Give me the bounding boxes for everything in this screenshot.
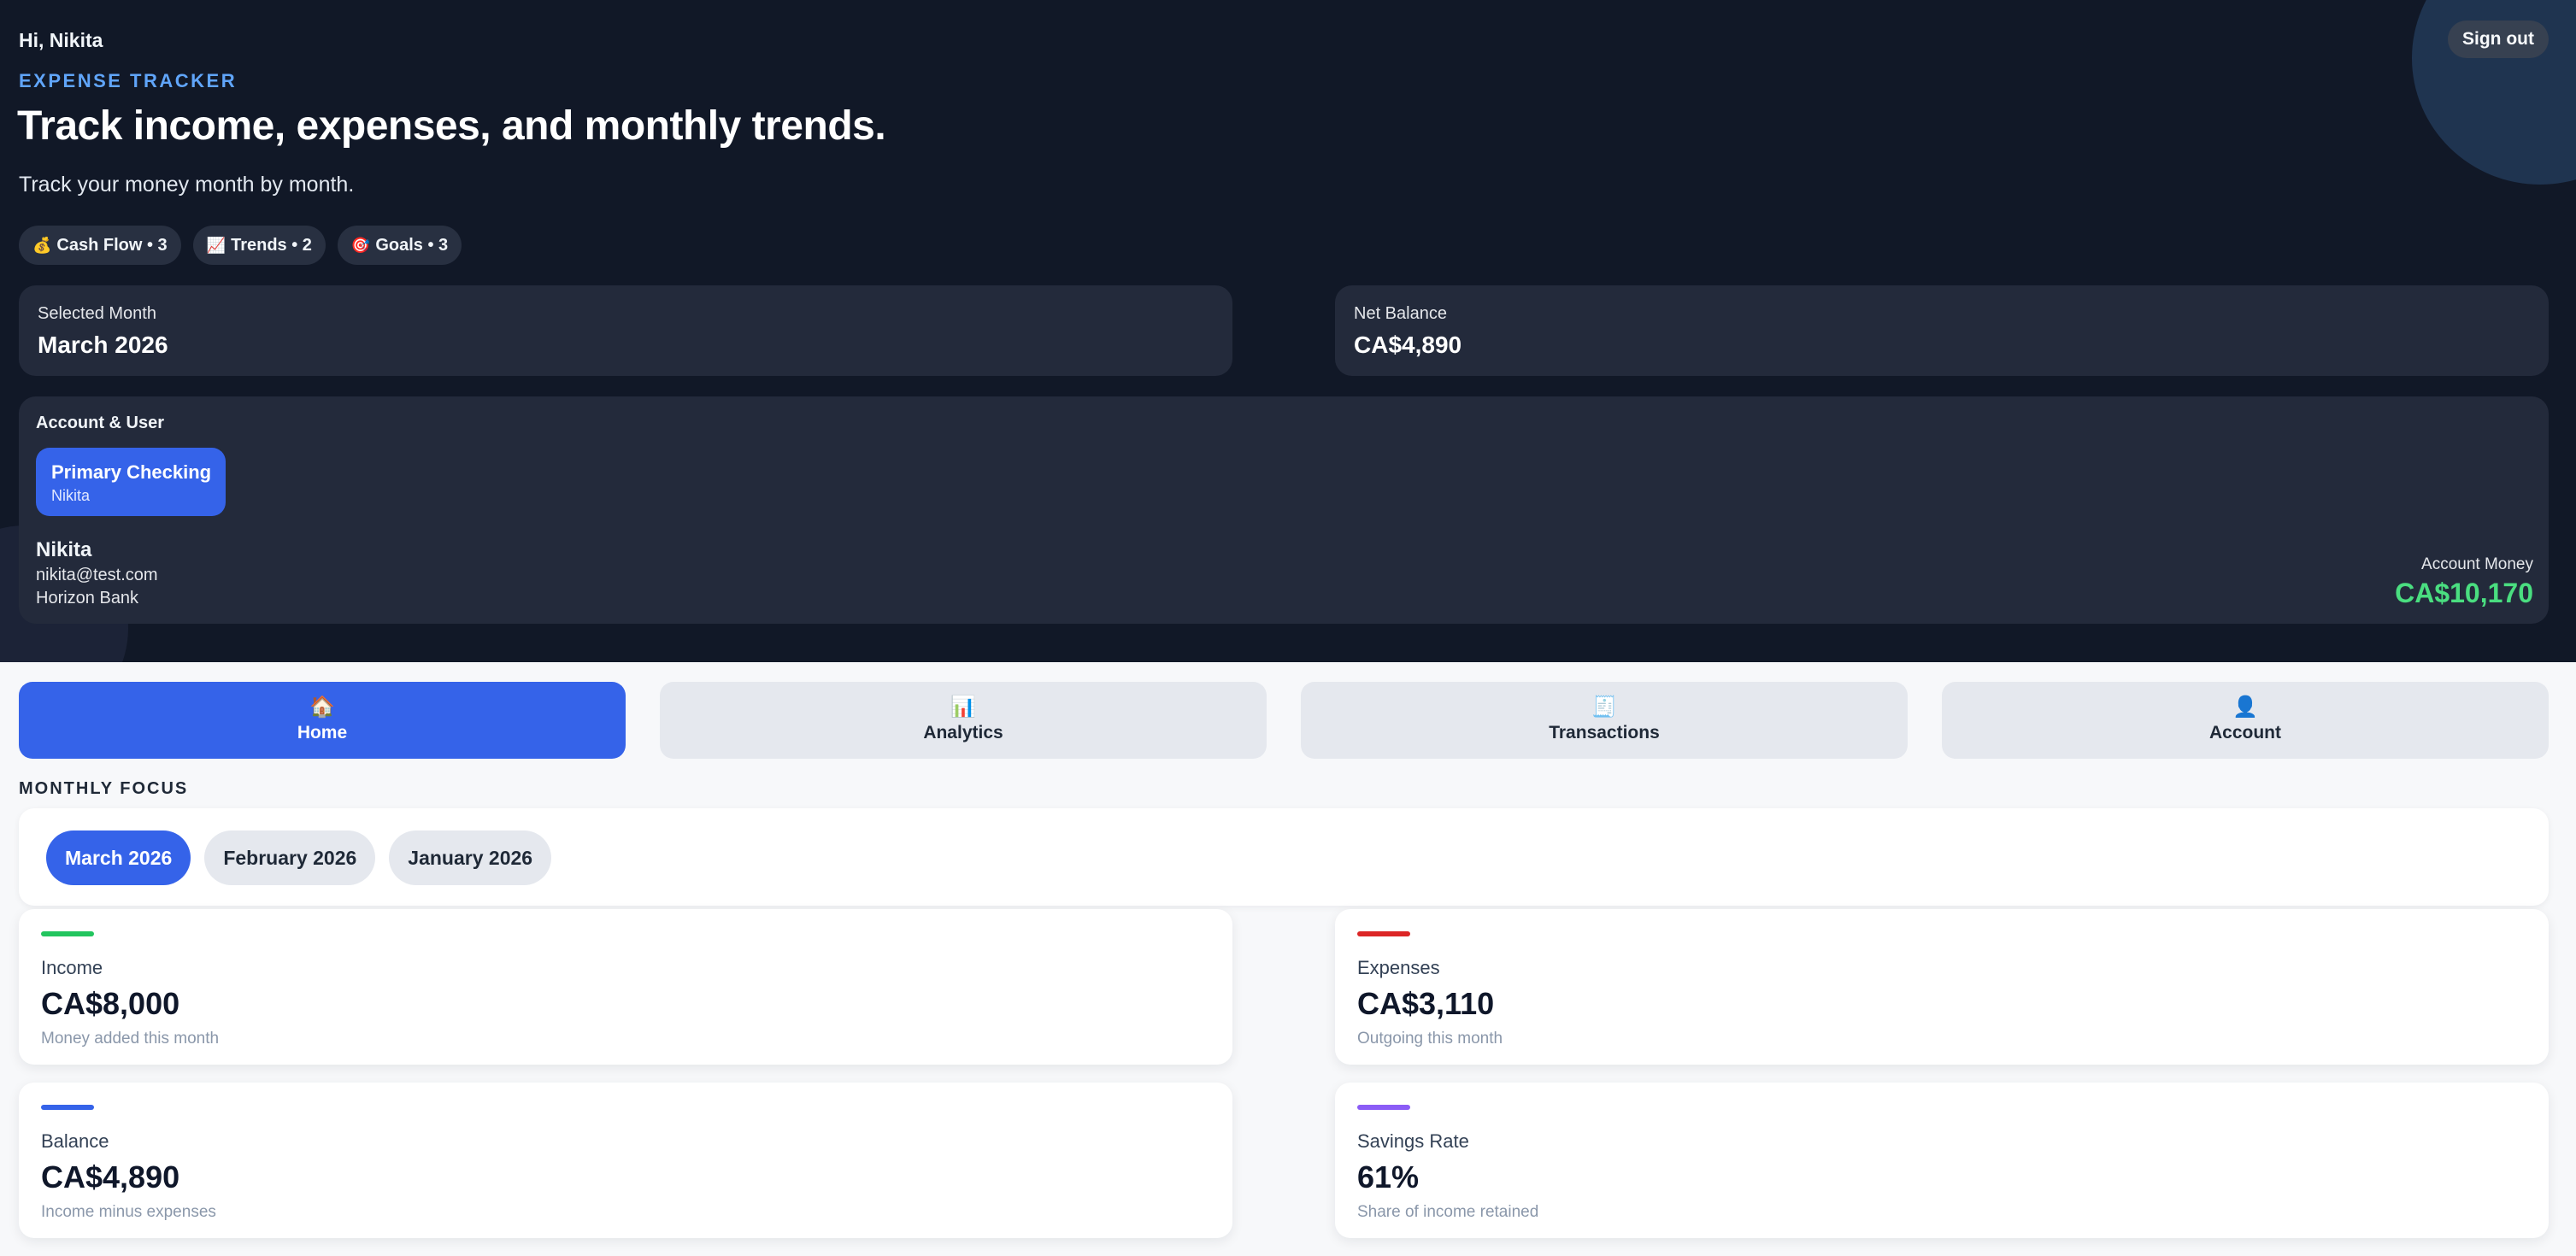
net-balance-label: Net Balance [1354,304,1447,323]
month-selector-bar: March 2026 February 2026 January 2026 [19,808,2549,906]
account-name: Primary Checking [51,461,212,483]
expenses-label: Expenses [1357,957,1440,978]
user-name: Nikita [36,538,92,561]
home-icon: 🏠 [309,695,335,719]
tab-home[interactable]: 🏠 Home [19,682,626,759]
tab-label: Transactions [1549,723,1660,742]
tab-account[interactable]: 👤 Account [1942,682,2549,759]
account-money-value: CA$10,170 [2395,578,2533,608]
greeting: Hi, Nikita [19,29,103,51]
balance-card: Balance CA$4,890 Income minus expenses [19,1083,1232,1238]
chip-label: Goals • 3 [375,235,449,255]
chip-trends: 📈 Trends • 2 [192,226,326,265]
savings-rate-caption: Share of income retained [1357,1203,1539,1221]
chip-cash-flow: 💰 Cash Flow • 3 [19,226,181,265]
selected-month-card: Selected Month March 2026 [19,285,1232,376]
balance-label: Balance [41,1130,109,1152]
tab-label: Home [297,723,348,742]
expenses-value: CA$3,110 [1357,986,1495,1021]
net-balance-value: CA$4,890 [1354,332,1462,358]
chip-goals: 🎯 Goals • 3 [337,226,462,265]
tab-label: Account [2209,723,2281,742]
month-tab-march-2026[interactable]: March 2026 [46,830,191,885]
month-tab-january-2026[interactable]: January 2026 [389,830,552,885]
user-icon: 👤 [2232,695,2258,719]
receipt-icon: 🧾 [1591,695,1617,719]
income-card: Income CA$8,000 Money added this month [19,909,1232,1065]
savings-rate-card: Savings Rate 61% Share of income retaine… [1335,1083,2549,1238]
target-icon: 🎯 [350,236,371,254]
bank-name: Horizon Bank [36,589,139,607]
income-caption: Money added this month [41,1030,220,1048]
savings-rate-label: Savings Rate [1357,1130,1469,1152]
chip-label: Cash Flow • 3 [56,235,168,255]
savings-rate-value: 61% [1357,1159,1420,1194]
tab-label: Analytics [923,723,1003,742]
monthly-focus-label: MONTHLY FOCUS [19,779,189,798]
sign-out-button[interactable]: Sign out [2448,21,2549,58]
user-info: Nikita nikita@test.com Horizon Bank [36,538,158,608]
net-balance-card: Net Balance CA$4,890 [1335,285,2549,376]
month-tab-february-2026[interactable]: February 2026 [204,830,376,885]
account-money: Account Money CA$10,170 [2395,555,2533,609]
income-value: CA$8,000 [41,986,180,1021]
income-label: Income [41,957,103,978]
bar-chart-icon: 📊 [950,695,976,719]
expenses-card: Expenses CA$3,110 Outgoing this month [1335,909,2549,1065]
account-money-label: Account Money [2421,555,2533,573]
tab-analytics[interactable]: 📊 Analytics [660,682,1267,759]
tab-transactions[interactable]: 🧾 Transactions [1301,682,1908,759]
balance-accent-bar [41,1105,94,1110]
app-kicker: EXPENSE TRACKER [19,70,238,91]
balance-value: CA$4,890 [41,1159,180,1194]
hero-section: Hi, Nikita Sign out EXPENSE TRACKER Trac… [0,0,2576,662]
chart-up-icon: 📈 [206,236,226,254]
selected-month-value: March 2026 [38,332,168,358]
account-owner: Nikita [51,487,91,504]
expenses-accent-bar [1357,931,1410,936]
money-bag-icon: 💰 [32,236,52,254]
stat-chips: 💰 Cash Flow • 3 📈 Trends • 2 🎯 Goals • 3 [19,226,462,265]
account-user-panel: Account & User Primary Checking Nikita N… [19,396,2549,624]
page-title: Track income, expenses, and monthly tren… [17,103,886,149]
user-email: nikita@test.com [36,566,158,584]
expenses-caption: Outgoing this month [1357,1030,1503,1048]
selected-month-label: Selected Month [38,304,156,323]
account-selector-primary-checking[interactable]: Primary Checking Nikita [36,448,226,516]
balance-caption: Income minus expenses [41,1203,216,1221]
chip-label: Trends • 2 [231,235,312,255]
income-accent-bar [41,931,94,936]
page-subtitle: Track your money month by month. [19,173,355,197]
account-panel-title: Account & User [36,414,165,432]
savings-accent-bar [1357,1105,1410,1110]
